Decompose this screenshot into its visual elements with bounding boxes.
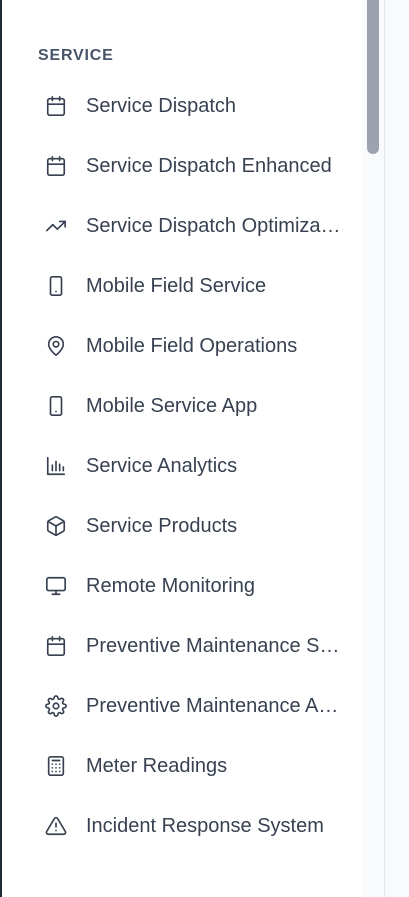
sidebar-item-incident-response-system[interactable]: Incident Response System (2, 796, 362, 856)
gear-icon (44, 694, 68, 718)
sidebar-item-label: Mobile Service App (86, 394, 258, 417)
sidebar-item-service-dispatch[interactable]: Service Dispatch (2, 76, 362, 136)
sidebar-item-mobile-field-operations[interactable]: Mobile Field Operations (2, 316, 362, 376)
sidebar-nav: SERVICE Service Dispatch Service Dispatc… (2, 0, 362, 897)
calendar-icon (44, 94, 68, 118)
calendar-icon (44, 154, 68, 178)
sidebar-item-label: Mobile Field Service (86, 274, 267, 297)
sidebar-item-preventive-maintenance-automation[interactable]: Preventive Maintenance Automation (2, 676, 362, 736)
sidebar-item-label: Remote Monitoring (86, 574, 255, 597)
sidebar-item-label: Service Analytics (86, 454, 238, 477)
smartphone-icon (44, 394, 68, 418)
monitor-icon (44, 574, 68, 598)
calculator-icon (44, 754, 68, 778)
sidebar-item-meter-readings[interactable]: Meter Readings (2, 736, 362, 796)
sidebar-item-label: Service Products (86, 514, 238, 537)
smartphone-icon (44, 274, 68, 298)
sidebar-item-label: Service Dispatch Optimization (86, 214, 344, 237)
sidebar-item-service-analytics[interactable]: Service Analytics (2, 436, 362, 496)
sidebar-item-mobile-field-service[interactable]: Mobile Field Service (2, 256, 362, 316)
sidebar-item-label: Mobile Field Operations (86, 334, 298, 357)
main-content-pane (385, 0, 409, 897)
sidebar-item-label: Preventive Maintenance Scheduling (86, 634, 344, 657)
sidebar-item-label: Service Dispatch (86, 94, 237, 117)
sidebar-item-label: Preventive Maintenance Automation (86, 694, 344, 717)
section-title-service: SERVICE (38, 47, 114, 64)
app-frame: SERVICE Service Dispatch Service Dispatc… (0, 0, 409, 897)
sidebar-item-service-dispatch-enhanced[interactable]: Service Dispatch Enhanced (2, 136, 362, 196)
sidebar-item-label: Incident Response System (86, 814, 324, 837)
sidebar-item-mobile-service-app[interactable]: Mobile Service App (2, 376, 362, 436)
sidebar-item-preventive-maintenance-scheduling[interactable]: Preventive Maintenance Scheduling (2, 616, 362, 676)
map-pin-icon (44, 334, 68, 358)
sidebar-item-service-dispatch-optimization[interactable]: Service Dispatch Optimization (2, 196, 362, 256)
sidebar-item-service-products[interactable]: Service Products (2, 496, 362, 556)
calendar-icon (44, 634, 68, 658)
package-icon (44, 514, 68, 538)
bar-chart-icon (44, 454, 68, 478)
alert-triangle-icon (44, 814, 68, 838)
sidebar-item-remote-monitoring[interactable]: Remote Monitoring (2, 556, 362, 616)
trending-up-icon (44, 214, 68, 238)
sidebar-item-label: Meter Readings (86, 754, 228, 777)
nav-list: Service Dispatch Service Dispatch Enhanc… (2, 76, 362, 856)
sidebar-item-label: Service Dispatch Enhanced (86, 154, 332, 177)
scrollbar-thumb[interactable] (367, 0, 379, 154)
